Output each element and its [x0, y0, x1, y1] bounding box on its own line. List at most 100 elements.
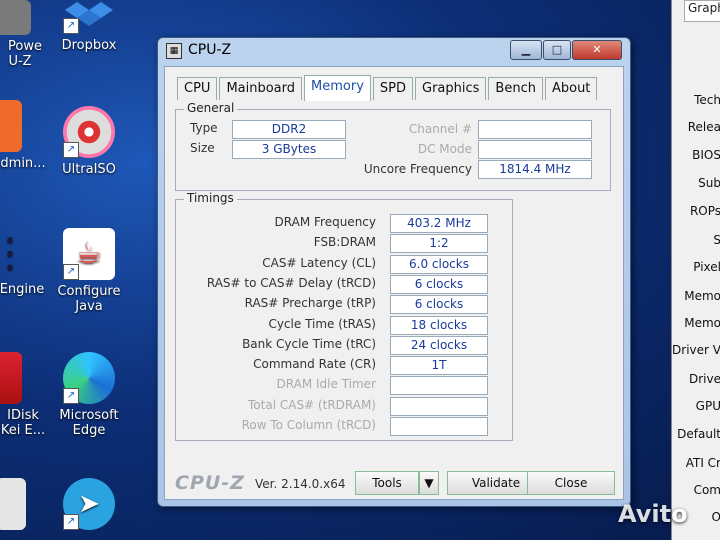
- icon-label: Dropbox: [61, 38, 117, 53]
- timing-value: 6 clocks: [390, 295, 488, 315]
- minimize-button[interactable]: ▁: [510, 40, 542, 60]
- timing-value: 18 clocks: [390, 315, 488, 335]
- timing-value: 1T: [390, 356, 488, 376]
- timing-label: Cycle Time (tRAS): [268, 316, 376, 331]
- timing-value: [390, 396, 488, 416]
- java-icon: ☕ ↗: [63, 228, 115, 280]
- timing-label: CAS# Latency (CL): [262, 255, 376, 270]
- side-window-label: Memo: [684, 316, 720, 330]
- timing-label: Bank Cycle Time (tRC): [242, 336, 376, 351]
- timing-value: 6.0 clocks: [390, 254, 488, 274]
- side-window-label: O: [712, 510, 720, 524]
- shortcut-arrow-icon: ↗: [63, 514, 79, 530]
- tab-spd[interactable]: SPD: [372, 77, 413, 100]
- desktop-icon-idisk[interactable]: IDisk Kei E...: [0, 352, 50, 438]
- icon-label-line2: Java: [75, 299, 103, 314]
- dropbox-icon: ↗: [63, 0, 115, 34]
- icon-label-line1: Configure: [57, 284, 121, 299]
- desktop-icon-partial[interactable]: [0, 478, 50, 534]
- app-icon: [0, 478, 26, 530]
- timing-label: Total CAS# (tRDRAM): [248, 397, 376, 412]
- tab-mainboard[interactable]: Mainboard: [219, 77, 303, 100]
- tab-bench[interactable]: Bench: [488, 77, 543, 100]
- timing-label: Row To Column (tRCD): [241, 418, 376, 432]
- tab-bar: CPU Mainboard Memory SPD Graphics Bench …: [177, 75, 599, 101]
- side-window-label: Relea: [687, 120, 720, 134]
- tab-cpu[interactable]: CPU: [177, 77, 218, 100]
- title-bar[interactable]: ▦ CPU-Z ▁ □ ✕: [158, 38, 630, 64]
- channel-label: Channel #: [408, 122, 472, 136]
- icon-label-line2: U-Z: [8, 54, 32, 69]
- client-area: CPU Mainboard Memory SPD Graphics Bench …: [164, 66, 624, 500]
- timing-value: 6 clocks: [390, 274, 488, 294]
- side-window-label: BIOS: [692, 148, 720, 162]
- gpu-info-window-partial: Graph Tech Relea BIOS Sub ROPs S Pixel Memo Memo…: [671, 0, 720, 540]
- app-icon: [0, 352, 22, 404]
- icon-label: Engine: [0, 282, 45, 297]
- app-icon: ⋮: [0, 230, 30, 276]
- tab-graphics[interactable]: Graphics: [415, 77, 487, 100]
- cpuz-window: ▦ CPU-Z ▁ □ ✕ CPU Mainboard Memory SPD G…: [157, 37, 631, 507]
- version-label: Ver. 2.14.0.x64: [255, 477, 346, 491]
- general-group: General Type DDR2 Size 3 GBytes Channel …: [175, 101, 611, 191]
- shortcut-arrow-icon: ↗: [63, 18, 79, 34]
- desktop-icon-telegram[interactable]: ➤ ↗: [44, 478, 134, 534]
- timing-label: RAS# Precharge (tRP): [244, 296, 376, 311]
- side-window-label: Drive: [689, 372, 720, 386]
- dc-mode-label: DC Mode: [417, 142, 472, 156]
- icon-label-line1: Microsoft: [59, 408, 119, 423]
- desktop-icon-configure-java[interactable]: ☕ ↗ Configure Java: [44, 228, 134, 314]
- type-label: Type: [190, 121, 218, 135]
- icon-label-line1: IDisk: [7, 408, 39, 423]
- disc-icon: ↗: [63, 106, 115, 158]
- uncore-frequency-value: 1814.4 MHz: [478, 160, 592, 179]
- desktop-icon-engine[interactable]: ⋮ Engine: [0, 228, 50, 297]
- side-window-label: Sub: [698, 176, 720, 190]
- tools-dropdown-arrow-icon[interactable]: ▼: [419, 471, 439, 495]
- uncore-frequency-label: Uncore Frequency: [363, 162, 472, 176]
- icon-label-line1: Powe: [8, 39, 42, 54]
- desktop-icon-dropbox[interactable]: ↗ Dropbox: [44, 0, 134, 53]
- maximize-button[interactable]: □: [543, 40, 571, 60]
- telegram-icon: ➤ ↗: [63, 478, 115, 530]
- tab-memory[interactable]: Memory: [304, 75, 371, 101]
- channel-value: [478, 120, 592, 139]
- side-window-label: GPU: [695, 399, 720, 413]
- desktop-icon-cpuz-power[interactable]: Powe U-Z: [0, 0, 50, 69]
- type-value: DDR2: [232, 120, 346, 139]
- side-window-label: ROPs: [689, 204, 720, 218]
- desktop-icon-admin[interactable]: dmin...: [0, 100, 50, 171]
- shortcut-arrow-icon: ↗: [63, 264, 79, 280]
- side-window-label: S: [713, 233, 720, 247]
- side-window-label: Driver V: [672, 343, 720, 357]
- close-button[interactable]: Close: [527, 471, 615, 495]
- side-window-label: Tech: [694, 93, 720, 107]
- size-label: Size: [190, 141, 215, 155]
- side-window-title: Graph: [684, 0, 720, 22]
- timing-label: Command Rate (CR): [253, 357, 376, 372]
- edge-icon: ↗: [63, 352, 115, 404]
- icon-label-line2: Edge: [72, 423, 106, 438]
- timings-group-title: Timings: [184, 191, 237, 205]
- timing-value: [390, 417, 488, 436]
- timing-label: FSB:DRAM: [313, 235, 376, 250]
- close-icon[interactable]: ✕: [572, 40, 622, 60]
- tab-about[interactable]: About: [544, 77, 598, 100]
- cpuz-brand-logo: CPU-Z: [175, 472, 245, 494]
- footer-bar: CPU-Z Ver. 2.14.0.x64 Tools ▼ Validate C…: [165, 467, 623, 499]
- timing-label: DRAM Frequency: [274, 215, 376, 229]
- timing-value: 403.2 MHz: [390, 214, 488, 233]
- app-icon: [0, 0, 31, 35]
- desktop-icon-microsoft-edge[interactable]: ↗ Microsoft Edge: [44, 352, 134, 438]
- tools-button[interactable]: Tools: [355, 471, 419, 495]
- timing-value: [390, 376, 488, 396]
- icon-label: UltraISO: [62, 162, 116, 177]
- side-window-label: Memo: [684, 289, 720, 303]
- shortcut-arrow-icon: ↗: [63, 388, 79, 404]
- window-title: CPU-Z: [188, 42, 232, 58]
- size-value: 3 GBytes: [232, 140, 346, 159]
- side-window-label: Default: [677, 427, 720, 441]
- timing-value: 1:2: [390, 234, 488, 254]
- side-window-label: ATI Cr: [685, 456, 720, 470]
- desktop-icon-ultraiso[interactable]: ↗ UltraISO: [44, 106, 134, 177]
